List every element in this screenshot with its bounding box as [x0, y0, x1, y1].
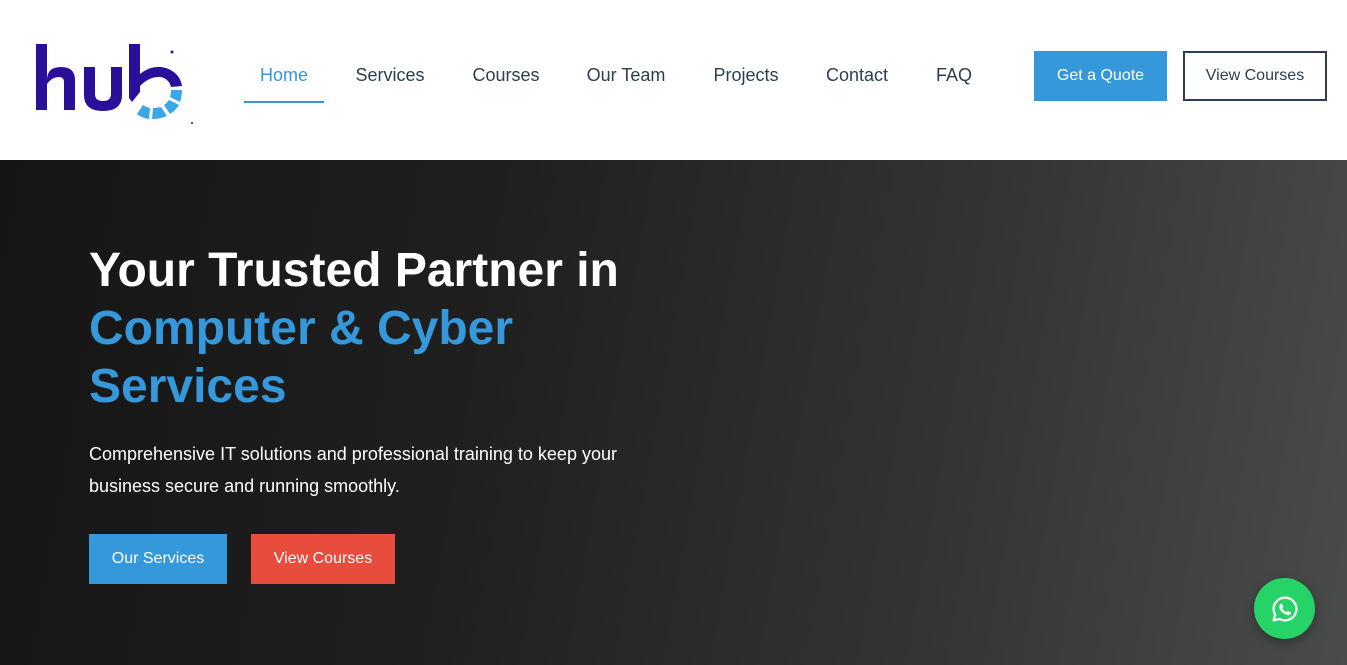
view-courses-header-button[interactable]: View Courses [1183, 51, 1327, 101]
nav-item-projects[interactable]: Projects [706, 47, 786, 103]
whatsapp-chat-button[interactable] [1254, 578, 1315, 639]
hub-logo-icon [36, 44, 193, 124]
nav-item-courses[interactable]: Courses [465, 47, 547, 103]
hero-description: Comprehensive IT solutions and professio… [89, 444, 617, 496]
our-services-button[interactable]: Our Services [89, 534, 227, 584]
hero-title-accent: Computer & Cyber Services [89, 302, 514, 413]
nav-item-home[interactable]: Home [244, 47, 324, 103]
hero-title: Your Trusted Partner in Computer & Cyber… [89, 242, 709, 416]
nav-item-our-team[interactable]: Our Team [580, 47, 672, 103]
hero-title-line1: Your Trusted Partner in [89, 244, 619, 297]
nav-item-faq[interactable]: FAQ [928, 47, 980, 103]
get-a-quote-button[interactable]: Get a Quote [1034, 51, 1167, 101]
site-header: Home Services Courses Our Team Projects … [0, 0, 1347, 160]
whatsapp-icon [1271, 595, 1297, 622]
brand-logo[interactable] [30, 40, 200, 128]
view-courses-button[interactable]: View Courses [251, 534, 395, 584]
nav-item-contact[interactable]: Contact [818, 47, 896, 103]
hero-section: Your Trusted Partner in Computer & Cyber… [0, 160, 1347, 665]
nav-item-services[interactable]: Services [348, 47, 432, 103]
